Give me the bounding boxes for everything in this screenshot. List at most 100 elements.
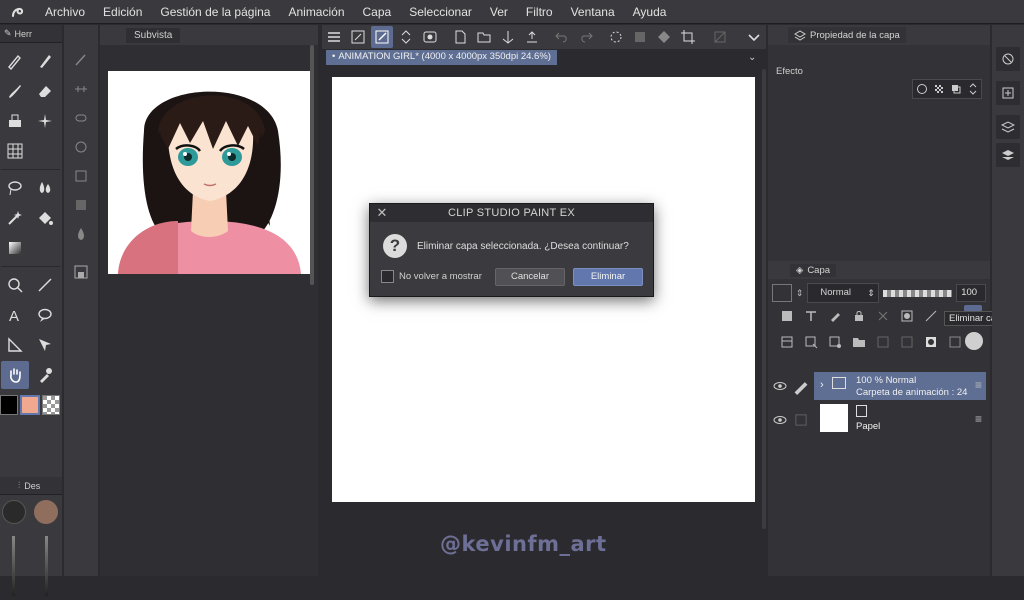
correct-line-icon[interactable] xyxy=(31,331,59,359)
delete-layer-circle-icon[interactable] xyxy=(965,332,983,350)
stabilization-icon[interactable] xyxy=(67,76,95,102)
visibility-eye-icon[interactable] xyxy=(771,411,789,429)
brush-size-bar-left[interactable] xyxy=(12,536,15,596)
brush-dot-skin[interactable] xyxy=(34,500,58,524)
lasso-tool-icon[interactable] xyxy=(1,174,29,202)
close-icon[interactable]: ✕ xyxy=(375,206,389,220)
new-raster-layer-icon[interactable] xyxy=(802,333,820,351)
canvas-scrollbar[interactable] xyxy=(762,69,766,529)
subview-scrollbar[interactable] xyxy=(310,45,314,285)
magic-sparkle-icon[interactable] xyxy=(31,107,59,135)
new-file-icon[interactable] xyxy=(449,26,471,48)
fit-view-icon[interactable] xyxy=(347,26,369,48)
sub-tool-tab[interactable]: ⫶ Des xyxy=(0,477,62,495)
menu-archivo[interactable]: Archivo xyxy=(36,0,94,24)
layer-row-paper[interactable]: Papel ≡ xyxy=(768,404,986,435)
document-tab-close-icon[interactable]: • xyxy=(332,51,335,62)
layer-side-icon[interactable] xyxy=(996,143,1020,167)
crop-icon[interactable] xyxy=(677,26,699,48)
menu-gestion-pagina[interactable]: Gestión de la página xyxy=(151,0,279,24)
apply-mask-icon[interactable] xyxy=(946,333,964,351)
open-folder-icon[interactable] xyxy=(473,26,495,48)
bucket-tool-icon[interactable] xyxy=(31,204,59,232)
ruler-tool-icon[interactable] xyxy=(1,331,29,359)
transform-tool-icon[interactable] xyxy=(1,271,29,299)
onion-skin-icon[interactable] xyxy=(419,26,441,48)
layer-color-box[interactable] xyxy=(772,284,792,302)
subview-title[interactable]: Subvista xyxy=(126,27,181,43)
transfer-down-icon[interactable] xyxy=(874,333,892,351)
layer-list-icon[interactable] xyxy=(778,333,796,351)
undo-icon[interactable] xyxy=(551,26,573,48)
layer-property-side-icon[interactable] xyxy=(996,115,1020,139)
new-folder-icon[interactable] xyxy=(850,333,868,351)
cancel-button[interactable]: Cancelar xyxy=(495,268,565,286)
brush-tool-icon[interactable] xyxy=(1,77,29,105)
menu-ventana[interactable]: Ventana xyxy=(562,0,624,24)
menu-hamburger-icon[interactable] xyxy=(323,26,345,48)
ruler-layer-icon[interactable] xyxy=(922,307,940,325)
main-color-swatch[interactable] xyxy=(0,395,18,415)
texture-icon[interactable] xyxy=(67,134,95,160)
menu-capa[interactable]: Capa xyxy=(354,0,401,24)
blend-mode-select[interactable]: Normal ⇕ xyxy=(807,283,879,303)
draft-layer-icon[interactable] xyxy=(826,307,844,325)
layer-template-icon[interactable] xyxy=(67,192,95,218)
sub-color-swatch[interactable] xyxy=(20,395,40,415)
brush-size-bar-right[interactable] xyxy=(45,536,48,596)
disabled-tool-icon[interactable] xyxy=(709,26,731,48)
paper-layer[interactable]: Papel ≡ xyxy=(814,404,986,434)
save-image-icon[interactable] xyxy=(67,259,95,285)
selection-dotted-icon[interactable] xyxy=(605,26,627,48)
menu-filtro[interactable]: Filtro xyxy=(517,0,562,24)
merge-down-icon[interactable] xyxy=(898,333,916,351)
lock-icon[interactable] xyxy=(850,307,868,325)
water-drop-icon[interactable] xyxy=(67,221,95,247)
layer-tab[interactable]: ◈ Capa xyxy=(790,264,837,277)
mask-layer-icon[interactable] xyxy=(898,307,916,325)
export-icon[interactable] xyxy=(521,26,543,48)
layer-row-animation-folder[interactable]: › 100 % Normal Carpeta de animación : 24… xyxy=(768,371,986,401)
reference-layer-icon[interactable] xyxy=(802,307,820,325)
balloon-tool-icon[interactable] xyxy=(31,301,59,329)
dont-show-again-checkbox[interactable] xyxy=(381,270,394,283)
eraser-tool-icon[interactable] xyxy=(31,77,59,105)
opacity-value[interactable]: 100 xyxy=(956,284,986,302)
layer-property-tab[interactable]: Propiedad de la capa xyxy=(788,27,906,43)
subview-reference-image[interactable] xyxy=(108,71,311,274)
edit-pen-icon[interactable] xyxy=(792,377,810,395)
pen-pressure-icon[interactable] xyxy=(67,47,95,73)
transparent-color-swatch[interactable] xyxy=(42,395,60,415)
eyedropper-tool-icon[interactable] xyxy=(31,361,59,389)
chevron-updown-icon[interactable]: ⇕ xyxy=(796,288,804,299)
new-vector-layer-icon[interactable] xyxy=(826,333,844,351)
menu-seleccionar[interactable]: Seleccionar xyxy=(400,0,481,24)
wand-tool-icon[interactable] xyxy=(1,204,29,232)
layer-mask-icon[interactable] xyxy=(922,333,940,351)
menu-ver[interactable]: Ver xyxy=(481,0,517,24)
delete-button[interactable]: Eliminar xyxy=(573,268,643,286)
blend-drop-icon[interactable] xyxy=(31,174,59,202)
folder-expand-chevron-icon[interactable]: › xyxy=(820,379,824,391)
line-tool-icon[interactable] xyxy=(31,271,59,299)
pencil-tool-icon[interactable] xyxy=(31,47,59,75)
document-tab[interactable]: • ANIMATION GIRL* (4000 x 4000px 350dpi 2… xyxy=(326,50,557,65)
menu-animacion[interactable]: Animación xyxy=(279,0,353,24)
edit-slot-icon[interactable] xyxy=(792,411,810,429)
opacity-slider[interactable] xyxy=(882,289,953,297)
visibility-eye-icon[interactable] xyxy=(771,377,789,395)
animation-folder-layer[interactable]: › 100 % Normal Carpeta de animación : 24… xyxy=(814,372,986,400)
chevron-updown-icon[interactable] xyxy=(967,83,979,95)
layer-menu-icon[interactable]: ≡ xyxy=(975,412,982,426)
redo-icon[interactable] xyxy=(575,26,597,48)
brush-dot-dark[interactable] xyxy=(2,500,26,524)
material-icon[interactable] xyxy=(996,81,1020,105)
layer-menu-icon[interactable]: ≡ xyxy=(975,378,982,392)
border-effect-icon[interactable] xyxy=(916,83,928,95)
hand-tool-icon[interactable] xyxy=(1,361,29,389)
clip-studio-logo-icon[interactable] xyxy=(0,0,36,24)
layer-color-icon[interactable] xyxy=(950,83,962,95)
fill-tool-icon[interactable] xyxy=(1,107,29,135)
menu-edicion[interactable]: Edición xyxy=(94,0,151,24)
lock-transparent-icon[interactable] xyxy=(874,307,892,325)
